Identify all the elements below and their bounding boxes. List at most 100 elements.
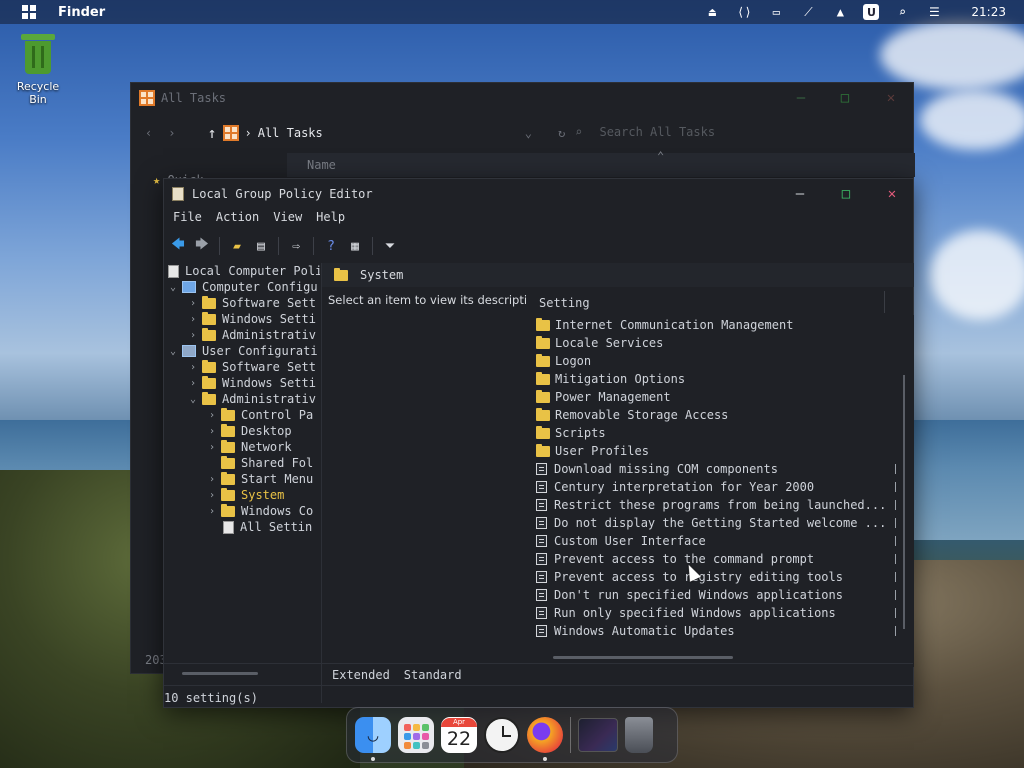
maximize-button[interactable]: □ xyxy=(836,185,856,203)
active-app-name[interactable]: Finder xyxy=(58,5,105,20)
remote-desktop-icon[interactable]: ⟨⟩ xyxy=(735,4,753,20)
menu-view[interactable]: View xyxy=(273,210,302,230)
tree-item-computer-configuration[interactable]: ⌄ Computer Configu xyxy=(170,279,318,295)
export-list-icon[interactable]: ⇨ xyxy=(286,236,306,256)
tree-item-software-settings[interactable]: › Software Sett xyxy=(190,359,316,375)
list-item[interactable]: Custom User Interface xyxy=(536,532,896,550)
close-button[interactable]: ✕ xyxy=(882,185,902,203)
clock-dock-icon[interactable] xyxy=(484,717,520,753)
launchpad-dock-icon[interactable] xyxy=(398,717,434,753)
up-folder-icon[interactable]: ▰ xyxy=(227,236,247,256)
minimized-window-thumbnail[interactable] xyxy=(578,718,618,752)
tree-item-control-panel[interactable]: › Control Pa xyxy=(209,407,313,423)
breadcrumb-all-tasks[interactable]: All Tasks xyxy=(258,126,323,140)
chevron-down-icon[interactable]: ⌄ xyxy=(170,282,182,293)
list-item[interactable]: Power Management xyxy=(536,388,896,406)
list-item[interactable]: Don't run specified Windows applications xyxy=(536,586,896,604)
eject-icon[interactable]: ⏏ xyxy=(703,4,721,20)
menu-help[interactable]: Help xyxy=(316,210,345,230)
column-header-name[interactable]: Name ⌃ xyxy=(287,149,915,177)
up-arrow-icon[interactable]: ↑ xyxy=(207,124,216,142)
display-icon[interactable]: ▭ xyxy=(767,4,785,20)
chevron-right-icon[interactable]: › xyxy=(209,442,221,453)
help-icon[interactable]: ? xyxy=(321,236,341,256)
list-vertical-scrollbar[interactable] xyxy=(903,375,905,629)
chevron-down-icon[interactable]: ⌄ xyxy=(170,346,182,357)
list-item[interactable]: Locale Services xyxy=(536,334,896,352)
menu-action[interactable]: Action xyxy=(216,210,259,230)
tree-item-administrative-templates[interactable]: ⌄ Administrativ xyxy=(190,391,316,407)
chevron-down-icon[interactable]: ⌄ xyxy=(190,394,202,405)
tree-item-software-settings[interactable]: › Software Sett xyxy=(190,295,316,311)
upload-icon[interactable]: ▲ xyxy=(831,4,849,20)
back-button[interactable]: ‹ xyxy=(145,126,152,140)
show-hide-tree-icon[interactable]: ▤ xyxy=(251,236,271,256)
minimize-button[interactable]: — xyxy=(790,185,810,203)
filter-icon[interactable]: ⏷ xyxy=(380,236,400,256)
clock[interactable]: 21:23 xyxy=(971,5,1006,19)
chevron-right-icon[interactable]: › xyxy=(209,490,221,501)
column-header-setting[interactable]: Setting xyxy=(526,287,914,315)
list-item[interactable]: Mitigation Options xyxy=(536,370,896,388)
address-bar[interactable]: ↑ › All Tasks xyxy=(207,124,322,142)
chevron-right-icon[interactable]: › xyxy=(190,330,202,341)
chevron-right-icon[interactable]: › xyxy=(209,426,221,437)
list-item[interactable]: Prevent access to registry editing tools xyxy=(536,568,896,586)
maximize-button[interactable]: □ xyxy=(835,89,855,107)
search-field[interactable]: ⌕ Search All Tasks xyxy=(575,125,715,139)
close-button[interactable]: ✕ xyxy=(881,89,901,107)
tree-item-windows-settings[interactable]: › Windows Setti xyxy=(190,311,316,327)
firefox-dock-icon[interactable] xyxy=(527,717,563,761)
list-item[interactable]: Windows Automatic Updates xyxy=(536,622,896,640)
chevron-right-icon[interactable]: › xyxy=(190,314,202,325)
minimize-button[interactable]: — xyxy=(791,89,811,107)
network-off-icon[interactable]: ⟋ xyxy=(799,4,817,20)
tree-item-desktop[interactable]: › Desktop xyxy=(209,423,292,439)
chevron-right-icon[interactable]: › xyxy=(209,410,221,421)
list-item[interactable]: Do not display the Getting Started welco… xyxy=(536,514,896,532)
start-menu-icon[interactable] xyxy=(22,5,36,19)
tree-item-windows-settings[interactable]: › Windows Setti xyxy=(190,375,316,391)
tree-horizontal-scrollbar[interactable] xyxy=(182,672,258,675)
list-item[interactable]: Download missing COM components xyxy=(536,460,896,478)
list-item[interactable]: Internet Communication Management xyxy=(536,316,896,334)
properties-icon[interactable]: ▦ xyxy=(345,236,365,256)
tree-item-administrative-templates[interactable]: › Administrativ xyxy=(190,327,316,343)
chevron-right-icon[interactable]: › xyxy=(190,362,202,373)
trash-dock-icon[interactable] xyxy=(625,717,653,753)
chevron-right-icon[interactable]: › xyxy=(190,298,202,309)
forward-button[interactable]: › xyxy=(168,126,175,140)
refresh-icon[interactable]: ↻ xyxy=(558,126,565,140)
list-item[interactable]: User Profiles xyxy=(536,442,896,460)
list-item[interactable]: Run only specified Windows applications xyxy=(536,604,896,622)
tab-extended[interactable]: Extended xyxy=(332,668,390,682)
back-arrow-icon[interactable]: 🡄 xyxy=(168,236,188,256)
forward-arrow-icon[interactable]: 🡆 xyxy=(192,236,212,256)
tree-item-user-configuration[interactable]: ⌄ User Configurati xyxy=(170,343,318,359)
list-item[interactable]: Removable Storage Access xyxy=(536,406,896,424)
list-item[interactable]: Prevent access to the command prompt xyxy=(536,550,896,568)
list-item[interactable]: Logon xyxy=(536,352,896,370)
finder-dock-icon[interactable] xyxy=(355,717,391,761)
recycle-bin-desktop-icon[interactable]: Recycle Bin xyxy=(10,34,66,106)
calendar-dock-icon[interactable]: Apr 22 xyxy=(441,717,477,753)
group-policy-editor-window[interactable]: Local Group Policy Editor — □ ✕ File Act… xyxy=(163,178,914,708)
address-dropdown-icon[interactable]: ⌄ xyxy=(525,126,532,140)
tree-item-shared-folders[interactable]: Shared Fol xyxy=(221,455,313,471)
chevron-right-icon[interactable]: › xyxy=(190,378,202,389)
chevron-right-icon[interactable]: › xyxy=(209,474,221,485)
tree-item-all-settings[interactable]: All Settin xyxy=(223,519,312,535)
search-icon[interactable]: ⌕ xyxy=(893,4,911,20)
tab-standard[interactable]: Standard xyxy=(404,668,462,682)
list-item[interactable]: Century interpretation for Year 2000 xyxy=(536,478,896,496)
chevron-right-icon[interactable]: › xyxy=(209,506,221,517)
tree-item-network[interactable]: › Network xyxy=(209,439,292,455)
list-horizontal-scrollbar[interactable] xyxy=(553,656,733,659)
list-item[interactable]: Scripts xyxy=(536,424,896,442)
tree-item-local-computer-policy[interactable]: Local Computer Poli xyxy=(168,263,320,279)
tree-item-windows-components[interactable]: › Windows Co xyxy=(209,503,313,519)
user-badge-icon[interactable]: U xyxy=(863,4,880,20)
control-center-icon[interactable]: ☰ xyxy=(925,4,943,20)
tree-item-system[interactable]: › System xyxy=(209,487,284,503)
menu-file[interactable]: File xyxy=(173,210,202,230)
